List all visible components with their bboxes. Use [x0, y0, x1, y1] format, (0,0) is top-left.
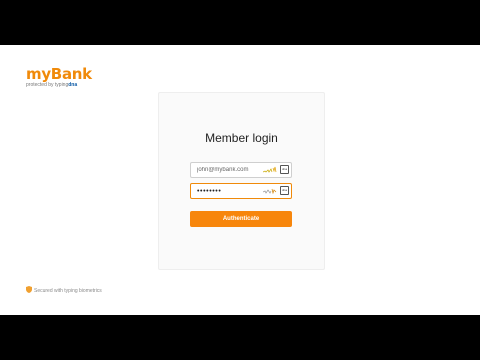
authenticate-button[interactable]: Authenticate: [190, 211, 292, 227]
app-screen: myBank protected by typingdna Member log…: [0, 45, 480, 315]
login-card: Member login dna dna Authenticate: [158, 92, 325, 270]
page-title: Member login: [205, 131, 278, 145]
dna-badge-icon: dna: [280, 186, 289, 195]
security-note: Secured with typing biometrics: [26, 286, 102, 294]
email-input[interactable]: [197, 164, 261, 176]
provider-dna-text: dna: [68, 82, 78, 88]
brand-logo: myBank protected by typingdna: [26, 65, 92, 89]
security-note-text: Secured with typing biometrics: [34, 288, 102, 294]
password-input[interactable]: [197, 185, 261, 197]
provider-typing-text: typing: [54, 82, 69, 88]
password-field[interactable]: dna: [190, 183, 292, 199]
protected-by-text: protected by: [26, 82, 55, 88]
brand-name: myBank: [26, 65, 92, 83]
email-field[interactable]: dna: [190, 162, 292, 178]
typing-pattern-icon: [263, 166, 277, 173]
typing-pattern-icon: [263, 188, 277, 195]
dna-badge-icon: dna: [280, 165, 289, 174]
shield-icon: [26, 286, 32, 293]
